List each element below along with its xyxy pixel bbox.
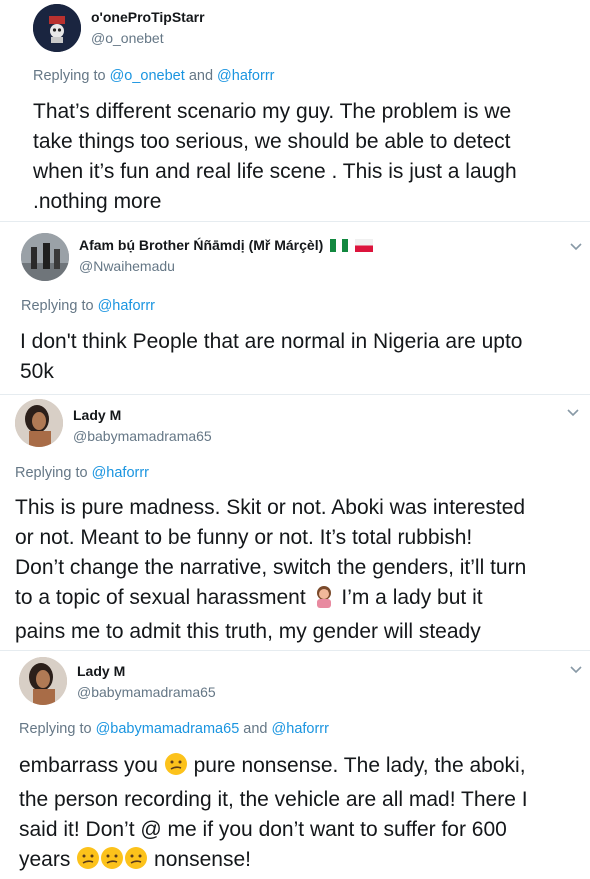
tweet-line-text: embarrass you (19, 754, 158, 777)
tweet-line: years nonsense! (19, 845, 585, 879)
tweet-line-text: years (19, 848, 71, 871)
tweet-line: I don't think People that are normal in … (20, 330, 523, 353)
replying-to-label: Replying to (33, 68, 106, 84)
tweet-line: said it! Don’t @ me if you don’t want to… (19, 818, 507, 841)
tweet-line: Don’t change the narrative, switch the g… (15, 556, 527, 579)
tweet-line: the person recording it, the vehicle are… (19, 788, 528, 811)
author-handle[interactable]: @Nwaihemadu (79, 258, 175, 274)
mention-link[interactable]: @haforrr (98, 298, 155, 314)
tweet-text: embarrass you pure nonsense. The lady, t… (19, 751, 585, 879)
author-name[interactable]: Afam bụ́ Brother Ńñāmdị (Mř Márçèl) (79, 237, 374, 255)
chevron-down-icon[interactable] (569, 239, 583, 253)
tweet-line-text: I’m a lady but it (341, 586, 483, 609)
confused-face-emoji (76, 846, 100, 879)
replying-to-label: Replying to (19, 721, 92, 737)
author-name[interactable]: o'oneProTipStarr (91, 9, 205, 25)
replying-to-label: Replying to (15, 465, 88, 481)
chevron-down-icon[interactable] (566, 405, 580, 419)
tweet-line: or not. Meant to be funny or not. It’s t… (15, 526, 473, 549)
replying-to: Replying to @babymamadrama65 and @haforr… (19, 721, 329, 737)
tweet-line: embarrass you pure nonsense. The lady, t… (19, 751, 585, 785)
confused-face-emoji (100, 846, 124, 879)
tweet-1: o'oneProTipStarr @o_onebet Replying to @… (0, 0, 590, 218)
tweet-line-text: to a topic of sexual harassment (15, 586, 306, 609)
tweet-text: That’s different scenario my guy. The pr… (33, 97, 583, 217)
tweet-line: That’s different scenario my guy. The pr… (33, 100, 512, 123)
avatar[interactable] (21, 233, 69, 281)
replying-to: Replying to @haforrr (21, 298, 155, 314)
avatar[interactable] (33, 4, 81, 52)
flag-poland-icon (355, 239, 374, 255)
author-name[interactable]: Lady M (73, 407, 121, 423)
tweet-line-text: pure nonsense. The lady, the aboki, (193, 754, 526, 777)
tweet-3: Lady M @babymamadrama65 Replying to @haf… (0, 395, 590, 648)
author-name[interactable]: Lady M (77, 663, 125, 679)
author-handle[interactable]: @babymamadrama65 (77, 684, 216, 700)
replying-to: Replying to @o_onebet and @haforrr (33, 68, 274, 84)
chevron-down-icon[interactable] (569, 662, 583, 676)
mention-link[interactable]: @haforrr (92, 465, 149, 481)
mention-link[interactable]: @o_onebet (110, 68, 185, 84)
mention-link[interactable]: @haforrr (217, 68, 274, 84)
author-handle[interactable]: @babymamadrama65 (73, 428, 212, 444)
facepalm-woman-emoji (312, 584, 336, 617)
replying-to: Replying to @haforrr (15, 465, 149, 481)
tweet-line: to a topic of sexual harassment I’m a la… (15, 583, 585, 617)
tweet-line: when it’s fun and real life scene . This… (33, 160, 517, 183)
tweet-text: This is pure madness. Skit or not. Aboki… (15, 493, 585, 647)
tweet-2: Afam bụ́ Brother Ńñāmdị (Mř Márçèl) @Nwa… (0, 222, 590, 392)
confused-face-emoji (124, 846, 148, 879)
author-name-text: Afam bụ́ Brother Ńñāmdị (Mř Márçèl) (79, 237, 324, 253)
mention-link[interactable]: @haforrr (272, 721, 329, 737)
tweet-line: 50k (20, 360, 54, 383)
avatar[interactable] (19, 657, 67, 705)
confused-face-emoji (164, 752, 188, 785)
tweet-4: Lady M @babymamadrama65 Replying to @bab… (0, 651, 590, 872)
tweet-text: I don't think People that are normal in … (20, 327, 585, 387)
tweet-line: pains me to admit this truth, my gender … (15, 620, 481, 643)
author-handle[interactable]: @o_onebet (91, 30, 164, 46)
replying-to-label: Replying to (21, 298, 94, 314)
replying-and: and (188, 68, 214, 84)
replying-and: and (243, 721, 268, 737)
mention-link[interactable]: @babymamadrama65 (96, 721, 240, 737)
tweet-line: take things too serious, we should be ab… (33, 130, 511, 153)
avatar[interactable] (15, 399, 63, 447)
tweet-line: This is pure madness. Skit or not. Aboki… (15, 496, 526, 519)
tweet-line-text: nonsense! (154, 848, 251, 871)
flag-nigeria-icon (330, 239, 349, 255)
tweet-line: .nothing more (33, 190, 162, 213)
